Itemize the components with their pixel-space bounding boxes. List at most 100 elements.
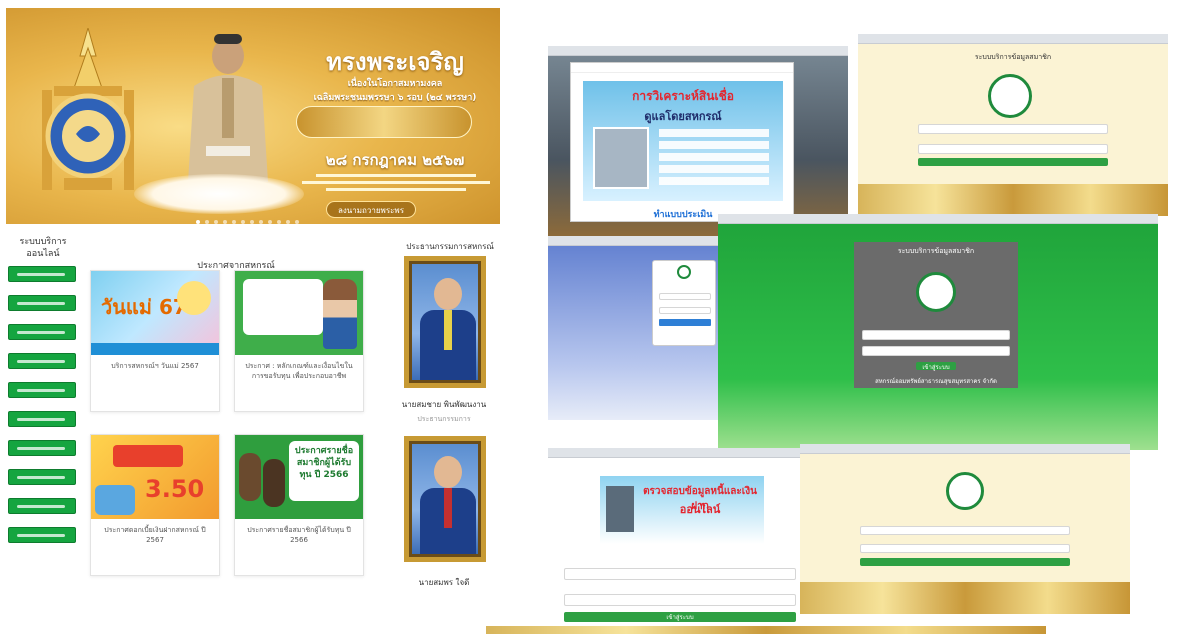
news-card-image: 3.50 (91, 435, 219, 519)
login-button[interactable] (659, 319, 711, 326)
bottom-gold-strip (486, 626, 1046, 634)
sidebar-item[interactable] (8, 411, 76, 427)
login-title: ระบบบริการข้อมูลสมาชิก (974, 53, 1052, 61)
executive-photo-frame (404, 436, 486, 562)
sidebar-item[interactable] (8, 353, 76, 369)
carousel-dot[interactable] (259, 220, 263, 224)
password-field[interactable] (862, 346, 1010, 356)
carousel-dots[interactable] (196, 220, 299, 224)
member-login-title: ระบบบริการข้อมูลสมาชิก (897, 247, 975, 255)
news-card-title: ประกาศดอกเบี้ยเงินฝากสหกรณ์ ปี 2567 (104, 526, 206, 544)
executive-name: นายสมพร ใจดี (418, 578, 470, 587)
executive-photo (412, 264, 478, 380)
popup-poster: การวิเคราะห์สินเชื่อ ดูแลโดยสหกรณ์ (583, 81, 783, 201)
news-card-title: ประกาศรายชื่อสมาชิกผู้ได้รับทุน ปี 2566 (247, 526, 351, 544)
king-portrait-icon (188, 34, 268, 182)
sidebar-item[interactable] (8, 295, 76, 311)
username-field[interactable] (862, 330, 1010, 340)
password-field[interactable] (564, 594, 796, 606)
carousel-dot[interactable] (223, 220, 227, 224)
banner-subtitle-line1: เนื่องในโอกาสมหามงคล (347, 79, 443, 89)
browser-toolbar (718, 214, 1158, 224)
login-button[interactable]: เข้าสู่ระบบ (916, 362, 956, 371)
sidebar-item[interactable] (8, 382, 76, 398)
carousel-dot[interactable] (268, 220, 272, 224)
browser-toolbar (858, 34, 1168, 44)
coop-logo-icon (916, 272, 956, 312)
news-card[interactable]: วันแม่ 67 บริการสหกรณ์ฯ วันแม่ 2567 (90, 270, 220, 412)
login-button[interactable]: เข้าสู่ระบบ (564, 612, 796, 622)
news-card[interactable]: 3.50 ประกาศดอกเบี้ยเงินฝากสหกรณ์ ปี 2567 (90, 434, 220, 576)
login-screenshot-gold-2 (800, 444, 1130, 614)
carousel-dot[interactable] (250, 220, 254, 224)
news-card-image (235, 271, 363, 355)
sidebar-title-line2: ออนไลน์ (26, 249, 60, 259)
member-screenshot: ระบบบริการข้อมูลสมาชิก เข้าสู่ระบบ สหกรณ… (718, 214, 1158, 450)
carousel-dot[interactable] (295, 220, 299, 224)
password-field[interactable] (860, 544, 1070, 553)
sidebar-item[interactable] (8, 498, 76, 514)
password-field[interactable] (659, 307, 711, 314)
sidebar-title-line1: ระบบบริการ (19, 237, 67, 247)
loan-screenshot: ตรวจสอบข้อมูลหนี้และเงินฝาก ออนไลน์ เข้า… (548, 448, 804, 628)
executive-photo-frame (404, 256, 486, 388)
sidebar-item[interactable] (8, 440, 76, 456)
carousel-dot[interactable] (232, 220, 236, 224)
login-button[interactable] (860, 558, 1070, 566)
banner-ribbon (296, 106, 472, 138)
banner-subtitle: เนื่องในโอกาสมหามงคล เฉลิมพระชนมพรรษา ๖ … (290, 76, 500, 104)
member-login-subtitle: สหกรณ์ออมทรัพย์สาธารณสุขสมุทรสาคร จำกัด (875, 378, 997, 385)
executive-role: ประธานกรรมการ (417, 415, 471, 423)
username-field[interactable] (564, 568, 796, 580)
executives-title: ประธานกรรมการสหกรณ์ (406, 242, 494, 251)
news-card-date (91, 553, 219, 555)
sidebar-item[interactable] (8, 527, 76, 543)
member-login-panel: ระบบบริการข้อมูลสมาชิก เข้าสู่ระบบ สหกรณ… (854, 242, 1018, 388)
gold-floor-decoration (858, 184, 1168, 216)
news-card-image-text: ประกาศรายชื่อ สมาชิกผู้ได้รับทุน ปี 2566 (289, 441, 359, 501)
password-field[interactable] (918, 144, 1108, 154)
news-card-title: บริการสหกรณ์ฯ วันแม่ 2567 (111, 362, 199, 370)
carousel-dot[interactable] (286, 220, 290, 224)
loan-banner: ตรวจสอบข้อมูลหนี้และเงินฝาก ออนไลน์ (600, 476, 764, 544)
executive-name: นายสมชาย พินพัฒนงาน (401, 400, 487, 409)
banner-date: ๒๘ กรกฎาคม ๒๕๖๗ (325, 151, 465, 169)
browser-toolbar (800, 444, 1130, 454)
news-card-image: ประกาศรายชื่อ สมาชิกผู้ได้รับทุน ปี 2566 (235, 435, 363, 519)
coop-logo-icon (946, 472, 984, 510)
hero-banner[interactable]: ทรงพระเจริญ เนื่องในโอกาสมหามงคล เฉลิมพร… (6, 8, 500, 224)
login-card (652, 260, 716, 346)
sidebar-menu (8, 266, 76, 556)
carousel-dot[interactable] (241, 220, 245, 224)
popup-poster-subtitle: ดูแลโดยสหกรณ์ (644, 110, 722, 123)
username-field[interactable] (659, 293, 711, 300)
browser-toolbar (548, 46, 848, 56)
carousel-dot[interactable] (277, 220, 281, 224)
username-field[interactable] (918, 124, 1108, 134)
news-card-date (91, 389, 219, 391)
news-card-date (235, 389, 363, 391)
carousel-dot[interactable] (205, 220, 209, 224)
news-card-image: วันแม่ 67 (91, 271, 219, 355)
royal-emblem-icon (42, 28, 134, 190)
news-card-image-text: 3.50 (145, 475, 205, 503)
banner-subtitle-line2: เฉลิมพระชนมพรรษา ๖ รอบ (๒๔ พรรษา) (313, 93, 477, 103)
banner-fine-print (302, 174, 490, 191)
sidebar-item[interactable] (8, 266, 76, 282)
news-card[interactable]: ประกาศรายชื่อ สมาชิกผู้ได้รับทุน ปี 2566… (234, 434, 364, 576)
sign-blessing-button[interactable]: ลงนามถวายพระพร (326, 201, 416, 218)
news-card[interactable]: ประกาศ : หลักเกณฑ์และเงื่อนไขในการขอรับท… (234, 270, 364, 412)
carousel-dot[interactable] (214, 220, 218, 224)
gold-floor-decoration (800, 582, 1130, 614)
sidebar-item[interactable] (8, 324, 76, 340)
news-card-date (235, 553, 363, 555)
username-field[interactable] (860, 526, 1070, 535)
coop-logo-icon (677, 265, 691, 279)
login-screenshot-gold: ระบบบริการข้อมูลสมาชิก (858, 34, 1168, 216)
sidebar-item[interactable] (8, 469, 76, 485)
news-card-title: ประกาศ : หลักเกณฑ์และเงื่อนไขในการขอรับท… (245, 362, 353, 380)
carousel-dot[interactable] (196, 220, 200, 224)
cloud-decoration (134, 174, 304, 214)
login-button[interactable] (918, 158, 1108, 166)
browser-toolbar (548, 448, 804, 458)
